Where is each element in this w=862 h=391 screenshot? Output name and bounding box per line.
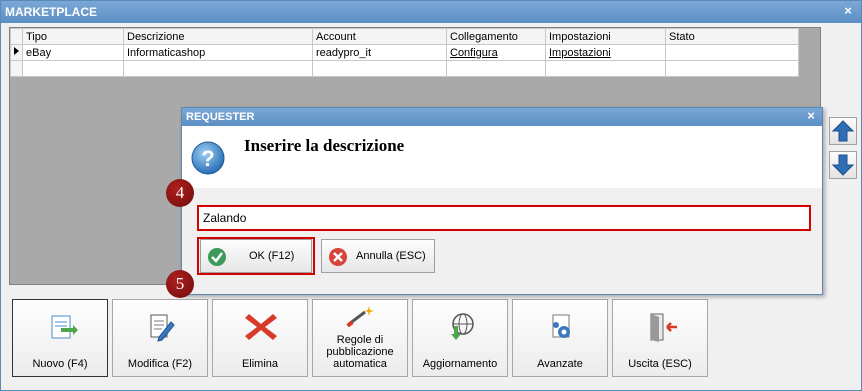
svg-text:?: ? (201, 146, 214, 171)
globe-download-icon (443, 312, 479, 342)
nuovo-button[interactable]: Nuovo (F4) (12, 299, 108, 377)
dialog-message: Inserire la descrizione (244, 136, 405, 155)
uscita-label: Uscita (ESC) (628, 358, 692, 370)
question-icon: ? (190, 140, 226, 179)
cell-empty[interactable] (312, 60, 447, 77)
check-icon (207, 247, 227, 267)
cell-empty[interactable] (22, 60, 124, 77)
elimina-button[interactable]: Elimina (212, 299, 308, 377)
regole-pubblicazione-button[interactable]: Regole di pubblicazione automatica (312, 299, 408, 377)
regole-label: Regole di pubblicazione automatica (326, 334, 394, 370)
magic-wand-icon (343, 304, 379, 334)
cancel-x-icon (328, 247, 348, 267)
row-indicator-header (10, 28, 23, 45)
ok-button[interactable]: OK (F12) (200, 239, 312, 273)
cell-empty[interactable] (123, 60, 313, 77)
move-up-button[interactable] (829, 117, 857, 145)
window-close-button[interactable]: × (839, 1, 857, 21)
column-header-collegamento[interactable]: Collegamento (446, 28, 546, 45)
window-titlebar: MARKETPLACE (1, 1, 861, 23)
current-row-indicator-icon (10, 44, 23, 61)
dialog-close-button[interactable]: × (802, 107, 820, 125)
modifica-label: Modifica (F2) (127, 358, 193, 370)
step-badge-4: 4 (166, 179, 194, 207)
dialog-header: ? Inserire la descrizione (182, 126, 822, 188)
new-record-icon (43, 312, 79, 342)
nuovo-label: Nuovo (F4) (32, 358, 88, 370)
cell-impostazioni[interactable]: Impostazioni (545, 44, 666, 61)
uscita-button[interactable]: Uscita (ESC) (612, 299, 708, 377)
column-header-impostazioni[interactable]: Impostazioni (545, 28, 666, 45)
cell-account[interactable]: readypro_it (312, 44, 447, 61)
cell-descrizione[interactable]: Informaticashop (123, 44, 313, 61)
cell-tipo[interactable]: eBay (22, 44, 124, 61)
bottom-toolbar: Nuovo (F4) Modifica (F2) Elimina Regole … (9, 299, 709, 379)
move-down-button[interactable] (829, 151, 857, 179)
new-row-indicator (10, 60, 23, 77)
settings-document-icon (543, 312, 579, 342)
dialog-titlebar: REQUESTER (182, 108, 822, 126)
column-header-descrizione[interactable]: Descrizione (123, 28, 313, 45)
edit-pencil-icon (143, 312, 179, 342)
cell-empty[interactable] (665, 60, 799, 77)
requester-dialog: REQUESTER × ? Inserire la descrizione Za… (181, 107, 823, 295)
annulla-button[interactable]: Annulla (ESC) (321, 239, 435, 273)
window-title: MARKETPLACE (5, 5, 97, 19)
aggiornamento-label: Aggiornamento (422, 358, 498, 370)
cell-collegamento[interactable]: Configura (446, 44, 546, 61)
modifica-button[interactable]: Modifica (F2) (112, 299, 208, 377)
avanzate-label: Avanzate (537, 358, 583, 370)
aggiornamento-button[interactable]: Aggiornamento (412, 299, 508, 377)
cell-empty[interactable] (545, 60, 666, 77)
column-header-tipo[interactable]: Tipo (22, 28, 124, 45)
description-input[interactable] (197, 205, 811, 231)
dialog-title: REQUESTER (186, 111, 255, 123)
table-row[interactable]: eBay Informaticashop readypro_it Configu… (10, 44, 799, 61)
configura-link[interactable]: Configura (450, 47, 498, 59)
delete-x-icon (243, 312, 279, 342)
table-header-row: Tipo Descrizione Account Collegamento Im… (10, 28, 799, 45)
column-header-account[interactable]: Account (312, 28, 447, 45)
step-badge-5: 5 (166, 270, 194, 298)
avanzate-button[interactable]: Avanzate (512, 299, 608, 377)
cell-empty[interactable] (446, 60, 546, 77)
exit-door-icon (643, 312, 679, 342)
table-new-row[interactable] (10, 60, 799, 77)
marketplace-table: Tipo Descrizione Account Collegamento Im… (10, 28, 799, 77)
annulla-label: Annulla (ESC) (356, 250, 426, 262)
cell-stato[interactable] (665, 44, 799, 61)
elimina-label: Elimina (241, 358, 279, 370)
impostazioni-link[interactable]: Impostazioni (549, 47, 611, 59)
ok-label: OK (F12) (249, 250, 295, 262)
column-header-stato[interactable]: Stato (665, 28, 799, 45)
